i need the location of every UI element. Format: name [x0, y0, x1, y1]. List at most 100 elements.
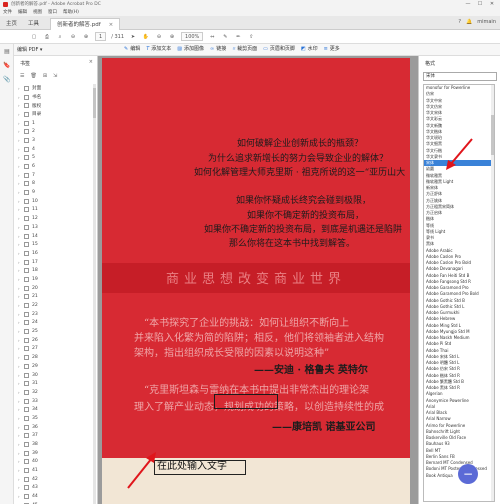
tab-home[interactable]: 主页: [0, 18, 23, 30]
add-image-button[interactable]: ▨ 添加图像: [177, 45, 204, 53]
bookmark-item[interactable]: › 32: [18, 388, 96, 397]
bookmark-item[interactable]: › 1: [18, 119, 96, 128]
edit-pdf-label[interactable]: 编辑 PDF ▾: [17, 46, 42, 53]
bookmark-item[interactable]: › 42: [18, 475, 96, 484]
bookmark-icon[interactable]: 🔖: [3, 62, 11, 70]
bookmark-item[interactable]: › 7: [18, 171, 96, 180]
bookmark-item[interactable]: › 41: [18, 466, 96, 475]
search-icon[interactable]: ⌕: [56, 32, 64, 41]
font-family-select[interactable]: 宋体: [423, 72, 497, 81]
crop-page-button[interactable]: ⌗ 裁剪页面: [232, 45, 257, 53]
bookmark-item[interactable]: › 9: [18, 188, 96, 197]
bell-icon[interactable]: 🔔: [466, 19, 472, 25]
menu-file[interactable]: 文件: [3, 9, 12, 15]
add-text-button[interactable]: T 添加文本: [146, 45, 171, 53]
bookmark-item[interactable]: › 22: [18, 301, 96, 310]
close-window-button[interactable]: ✕: [486, 0, 498, 8]
font-scroll-thumb[interactable]: [491, 115, 494, 155]
bookmark-item[interactable]: › 30: [18, 371, 96, 380]
bookmark-item[interactable]: › 版权: [18, 101, 96, 110]
bookmark-item[interactable]: › 43: [18, 484, 96, 493]
page-thumbnails-icon[interactable]: ▤: [3, 48, 11, 56]
bookmark-item[interactable]: › 目录: [18, 110, 96, 119]
watermark-button[interactable]: ◩ 水印: [301, 45, 318, 53]
bookmark-item[interactable]: › 19: [18, 275, 96, 284]
delete-bookmark-icon[interactable]: 🗑: [30, 73, 36, 79]
bookmark-item[interactable]: › 10: [18, 197, 96, 206]
link-button[interactable]: ∞ 链接: [210, 45, 226, 53]
bookmark-item[interactable]: › 16: [18, 249, 96, 258]
bookmark-item[interactable]: › 31: [18, 379, 96, 388]
bookmark-item[interactable]: › 29: [18, 362, 96, 371]
bookmark-item[interactable]: › 36: [18, 423, 96, 432]
new-text-input[interactable]: 在此处输入文字: [154, 460, 246, 475]
document-area[interactable]: 如何破解企业创新成长的瓶颈？ 为什么追求新增长的努力会导致企业的解体？ 如何化解…: [98, 56, 418, 504]
print-icon[interactable]: ⎙: [43, 32, 51, 41]
fit-page-icon[interactable]: ⇔: [208, 32, 216, 41]
options-icon[interactable]: ☰: [20, 73, 24, 79]
bookmark-item[interactable]: › 封面: [18, 84, 96, 93]
account-name[interactable]: mimain: [477, 19, 496, 25]
page-number-input[interactable]: 1: [95, 32, 107, 41]
help-icon[interactable]: ?: [458, 19, 461, 25]
bookmark-item[interactable]: › 21: [18, 293, 96, 302]
bookmark-item[interactable]: › 2: [18, 127, 96, 136]
bookmark-item[interactable]: › 23: [18, 310, 96, 319]
edit-tool-button[interactable]: ✎ 编辑: [124, 45, 140, 53]
comment-icon[interactable]: ✎: [221, 32, 229, 41]
bookmark-item[interactable]: › 39: [18, 449, 96, 458]
select-cursor-icon[interactable]: ➤: [129, 32, 137, 41]
zoom-level-dropdown[interactable]: 100%: [181, 32, 204, 41]
bookmark-item[interactable]: › 34: [18, 405, 96, 414]
prev-page-icon[interactable]: ⊖: [69, 32, 77, 41]
bookmark-item[interactable]: › 26: [18, 336, 96, 345]
menu-window[interactable]: 窗口: [48, 9, 57, 15]
menu-edit[interactable]: 编辑: [18, 9, 27, 15]
tab-document[interactable]: 创新者的解答.pdf ×: [50, 18, 121, 30]
expand-icon[interactable]: ⇲: [53, 73, 57, 79]
bookmark-item[interactable]: › 38: [18, 440, 96, 449]
bookmark-item[interactable]: › 24: [18, 319, 96, 328]
new-bookmark-icon[interactable]: ⊞: [43, 73, 47, 79]
zoom-out-icon[interactable]: ⊖: [155, 32, 163, 41]
more-button[interactable]: ≡ 更多: [324, 45, 340, 53]
bookmark-item[interactable]: › 37: [18, 432, 96, 441]
bookmark-item[interactable]: › 6: [18, 162, 96, 171]
bookmark-item[interactable]: › 11: [18, 206, 96, 215]
maximize-button[interactable]: ☐: [474, 0, 486, 8]
bookmark-item[interactable]: › 17: [18, 258, 96, 267]
attachment-icon[interactable]: 📎: [3, 76, 11, 84]
text-edit-box[interactable]: [214, 394, 278, 409]
bookmark-item[interactable]: › 25: [18, 327, 96, 336]
bookmark-item[interactable]: › 33: [18, 397, 96, 406]
pdf-page[interactable]: 如何破解企业创新成长的瓶颈？ 为什么追求新增长的努力会导致企业的解体？ 如何化解…: [102, 58, 410, 504]
bookmark-item[interactable]: › 12: [18, 214, 96, 223]
bookmark-item[interactable]: › 27: [18, 345, 96, 354]
bookmark-item[interactable]: › 15: [18, 240, 96, 249]
font-list-scrollbar[interactable]: [491, 85, 494, 501]
save-icon[interactable]: ▢: [30, 32, 38, 41]
font-dropdown-list[interactable]: monofur for Powerline 仿宋 华文中宋 华文仿宋 华文宋体 华文彩云华…: [423, 84, 495, 502]
hand-tool-icon[interactable]: ✋: [142, 32, 150, 41]
bookmark-item[interactable]: › 书名: [18, 93, 96, 102]
bookmark-item[interactable]: › 28: [18, 353, 96, 362]
close-tab-icon[interactable]: ×: [109, 22, 114, 28]
scroll-thumb[interactable]: [93, 88, 96, 118]
header-footer-button[interactable]: ▭ 页眉和页脚: [263, 45, 295, 53]
bookmark-item[interactable]: › 20: [18, 284, 96, 293]
zoom-in-icon[interactable]: ⊕: [168, 32, 176, 41]
menu-view[interactable]: 视图: [33, 9, 42, 15]
bookmark-item[interactable]: › 8: [18, 180, 96, 189]
bookmark-item[interactable]: › 4: [18, 145, 96, 154]
bookmark-item[interactable]: › 5: [18, 154, 96, 163]
bookmark-item[interactable]: › 44: [18, 492, 96, 501]
zoom-out-floating-button[interactable]: −: [458, 464, 478, 484]
bookmark-item[interactable]: › 40: [18, 458, 96, 467]
highlight-icon[interactable]: ✏: [234, 32, 242, 41]
minimize-button[interactable]: —: [462, 0, 474, 8]
bookmark-item[interactable]: › 18: [18, 266, 96, 275]
bookmark-item[interactable]: › 13: [18, 223, 96, 232]
bookmark-item[interactable]: › 35: [18, 414, 96, 423]
share-icon[interactable]: ⇧: [247, 32, 255, 41]
close-pane-icon[interactable]: ×: [89, 59, 93, 65]
